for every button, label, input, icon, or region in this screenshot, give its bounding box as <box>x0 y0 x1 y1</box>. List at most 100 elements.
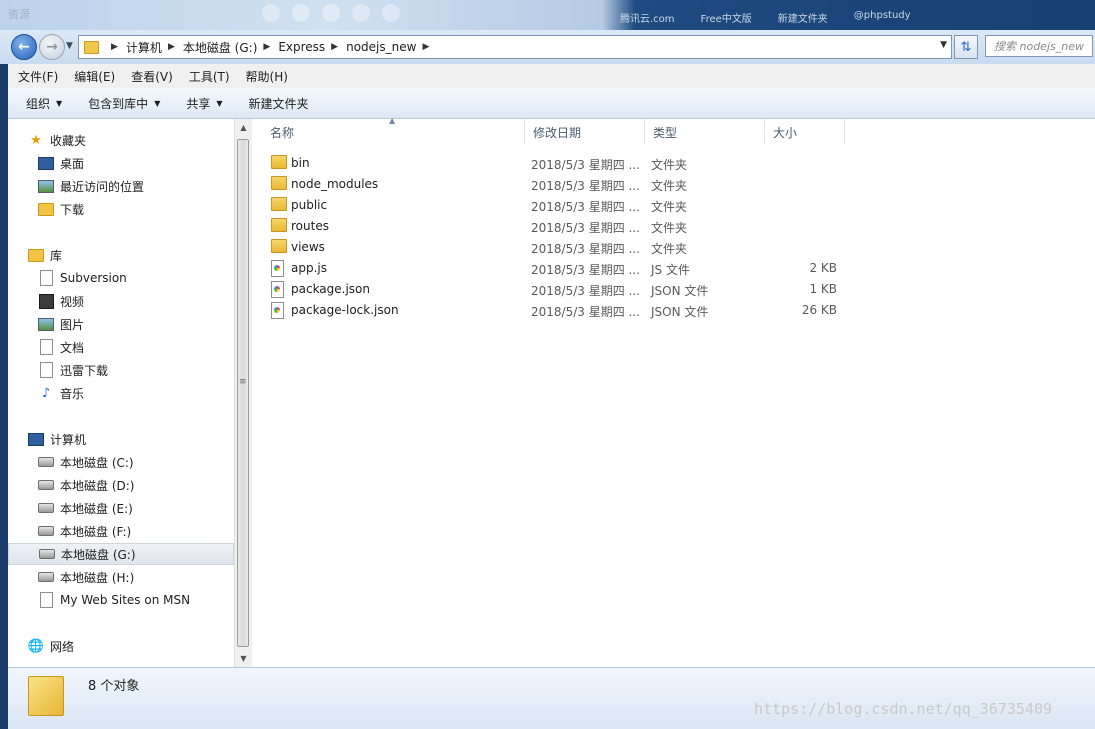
scrollbar-thumb[interactable] <box>237 139 249 647</box>
caret-down-icon: ▼ <box>154 98 161 108</box>
include-library-label: 包含到库中 <box>88 96 149 111</box>
taskbar-item[interactable]: 腾讯云.com <box>620 10 675 25</box>
sidebar-favorites[interactable]: ★ 收藏夹 <box>8 129 254 151</box>
breadcrumb-computer[interactable]: 计算机 <box>126 39 162 56</box>
new-folder-button[interactable]: 新建文件夹 <box>249 95 309 112</box>
file-size: 1 KB <box>809 282 837 296</box>
column-header-type[interactable]: 类型 <box>645 119 765 145</box>
file-type: 文件夹 <box>651 221 688 235</box>
sidebar-item-drive-g[interactable]: 本地磁盘 (G:) <box>8 543 234 565</box>
sidebar-item-pictures[interactable]: 图片 <box>8 313 264 335</box>
sidebar-item-label: 本地磁盘 (C:) <box>60 455 134 470</box>
file-row-public[interactable]: public 2018/5/3 星期四 ... 文件夹 <box>268 195 1078 216</box>
column-header-name[interactable]: 名称 <box>262 119 525 145</box>
forward-button[interactable]: → <box>39 34 65 60</box>
sidebar-item-drive-d[interactable]: 本地磁盘 (D:) <box>8 474 264 496</box>
sidebar-item-label: 视频 <box>60 294 85 309</box>
organize-button[interactable]: 组织 ▼ <box>26 95 62 112</box>
sidebar-item-music[interactable]: ♪ 音乐 <box>8 382 264 404</box>
pictures-icon <box>38 316 54 332</box>
chevron-right-icon[interactable]: ▶ <box>331 42 338 52</box>
menu-tools[interactable]: 工具(T) <box>189 68 230 85</box>
sidebar-libraries[interactable]: 库 <box>8 244 254 266</box>
sidebar-item-label: 音乐 <box>60 386 85 401</box>
address-dropdown[interactable]: ▼ <box>940 40 947 50</box>
taskbar-item[interactable]: 新建文件夹 <box>778 10 828 25</box>
network-icon: 🌐 <box>27 638 45 654</box>
app-icon[interactable] <box>322 4 340 22</box>
file-row-views[interactable]: views 2018/5/3 星期四 ... 文件夹 <box>268 237 1078 258</box>
sidebar-item-recent[interactable]: 最近访问的位置 <box>8 175 264 197</box>
chevron-right-icon[interactable]: ▶ <box>263 42 270 52</box>
back-button[interactable]: ← <box>11 34 37 60</box>
scroll-down-arrow-icon[interactable]: ▼ <box>235 650 252 667</box>
file-size: 26 KB <box>801 303 837 317</box>
sidebar-section-label: 计算机 <box>50 432 87 447</box>
file-row-bin[interactable]: bin 2018/5/3 星期四 ... 文件夹 <box>268 153 1078 174</box>
sidebar-item-videos[interactable]: 视频 <box>8 290 264 312</box>
star-icon: ★ <box>30 132 42 148</box>
recent-places-icon <box>38 178 54 194</box>
menu-edit[interactable]: 编辑(E) <box>74 68 115 85</box>
breadcrumb-nodejs-new[interactable]: nodejs_new <box>346 40 416 54</box>
app-icon[interactable] <box>262 4 280 22</box>
sidebar-item-drive-h[interactable]: 本地磁盘 (H:) <box>8 566 264 588</box>
column-header-date[interactable]: 修改日期 <box>525 119 645 145</box>
search-input[interactable]: 搜索 nodejs_new <box>985 35 1093 57</box>
file-row-routes[interactable]: routes 2018/5/3 星期四 ... 文件夹 <box>268 216 1078 237</box>
sidebar-computer[interactable]: 计算机 <box>8 428 254 450</box>
folder-icon <box>84 40 99 54</box>
chevron-right-icon[interactable]: ▶ <box>111 42 118 52</box>
file-row-package-lock-json[interactable]: package-lock.json 2018/5/3 星期四 ... JSON … <box>268 300 1078 321</box>
file-row-node-modules[interactable]: node_modules 2018/5/3 星期四 ... 文件夹 <box>268 174 1078 195</box>
menu-help[interactable]: 帮助(H) <box>246 68 288 85</box>
arrow-right-icon: → <box>46 39 58 55</box>
window-title: 资源 <box>8 8 30 21</box>
taskbar-item[interactable]: Free中文版 <box>701 10 752 25</box>
sidebar-section-label: 库 <box>50 248 63 263</box>
address-bar[interactable]: ▶ 计算机 ▶ 本地磁盘 (G:) ▶ Express ▶ nodejs_new… <box>78 35 952 59</box>
sidebar-item-subversion[interactable]: Subversion <box>8 267 264 289</box>
scroll-up-arrow-icon[interactable]: ▲ <box>235 119 252 136</box>
sidebar-item-documents[interactable]: 文档 <box>8 336 264 358</box>
menu-file[interactable]: 文件(F) <box>18 68 58 85</box>
refresh-button[interactable]: ⇅ <box>954 35 978 59</box>
downloads-icon <box>38 201 54 217</box>
json-file-icon <box>271 281 284 298</box>
sidebar-item-label: 本地磁盘 (G:) <box>61 547 136 562</box>
sidebar-network[interactable]: 🌐 网络 <box>8 635 254 657</box>
recent-pages-dropdown[interactable]: ▼ <box>66 41 73 51</box>
app-icon[interactable] <box>382 4 400 22</box>
include-in-library-button[interactable]: 包含到库中 ▼ <box>88 95 160 112</box>
folder-icon <box>271 239 287 253</box>
app-icon[interactable] <box>292 4 310 22</box>
taskbar-item[interactable]: @phpstudy <box>854 10 911 25</box>
folder-icon <box>271 155 287 169</box>
file-name: package-lock.json <box>291 303 399 317</box>
breadcrumb-drive-g[interactable]: 本地磁盘 (G:) <box>183 39 258 56</box>
chevron-right-icon[interactable]: ▶ <box>168 42 175 52</box>
desktop-icon <box>38 155 54 171</box>
share-button[interactable]: 共享 ▼ <box>186 95 222 112</box>
menu-view[interactable]: 查看(V) <box>131 68 173 85</box>
sidebar-item-msn-sites[interactable]: My Web Sites on MSN <box>8 589 264 611</box>
sidebar-item-drive-f[interactable]: 本地磁盘 (F:) <box>8 520 264 542</box>
drive-icon <box>39 546 55 562</box>
sidebar-item-label: 最近访问的位置 <box>60 179 145 194</box>
breadcrumb-express[interactable]: Express <box>278 40 325 54</box>
sidebar-item-drive-c[interactable]: 本地磁盘 (C:) <box>8 451 264 473</box>
breadcrumb: ▶ 计算机 ▶ 本地磁盘 (G:) ▶ Express ▶ nodejs_new… <box>105 39 437 56</box>
column-header-size[interactable]: 大小 <box>765 119 845 145</box>
sidebar-item-label: 本地磁盘 (E:) <box>60 501 133 516</box>
navigation-scrollbar[interactable]: ▲ ≡ ▼ <box>234 119 252 667</box>
file-row-package-json[interactable]: package.json 2018/5/3 星期四 ... JSON 文件 1 … <box>268 279 1078 300</box>
chevron-right-icon[interactable]: ▶ <box>422 42 429 52</box>
sidebar-section-label: 网络 <box>50 639 75 654</box>
app-icon[interactable] <box>352 4 370 22</box>
file-row-app-js[interactable]: app.js 2018/5/3 星期四 ... JS 文件 2 KB <box>268 258 1078 279</box>
sidebar-item-downloads[interactable]: 下载 <box>8 198 264 220</box>
sidebar-item-thunder-downloads[interactable]: 迅雷下载 <box>8 359 264 381</box>
sidebar-item-desktop[interactable]: 桌面 <box>8 152 264 174</box>
sidebar-item-drive-e[interactable]: 本地磁盘 (E:) <box>8 497 264 519</box>
file-name: views <box>291 240 325 254</box>
